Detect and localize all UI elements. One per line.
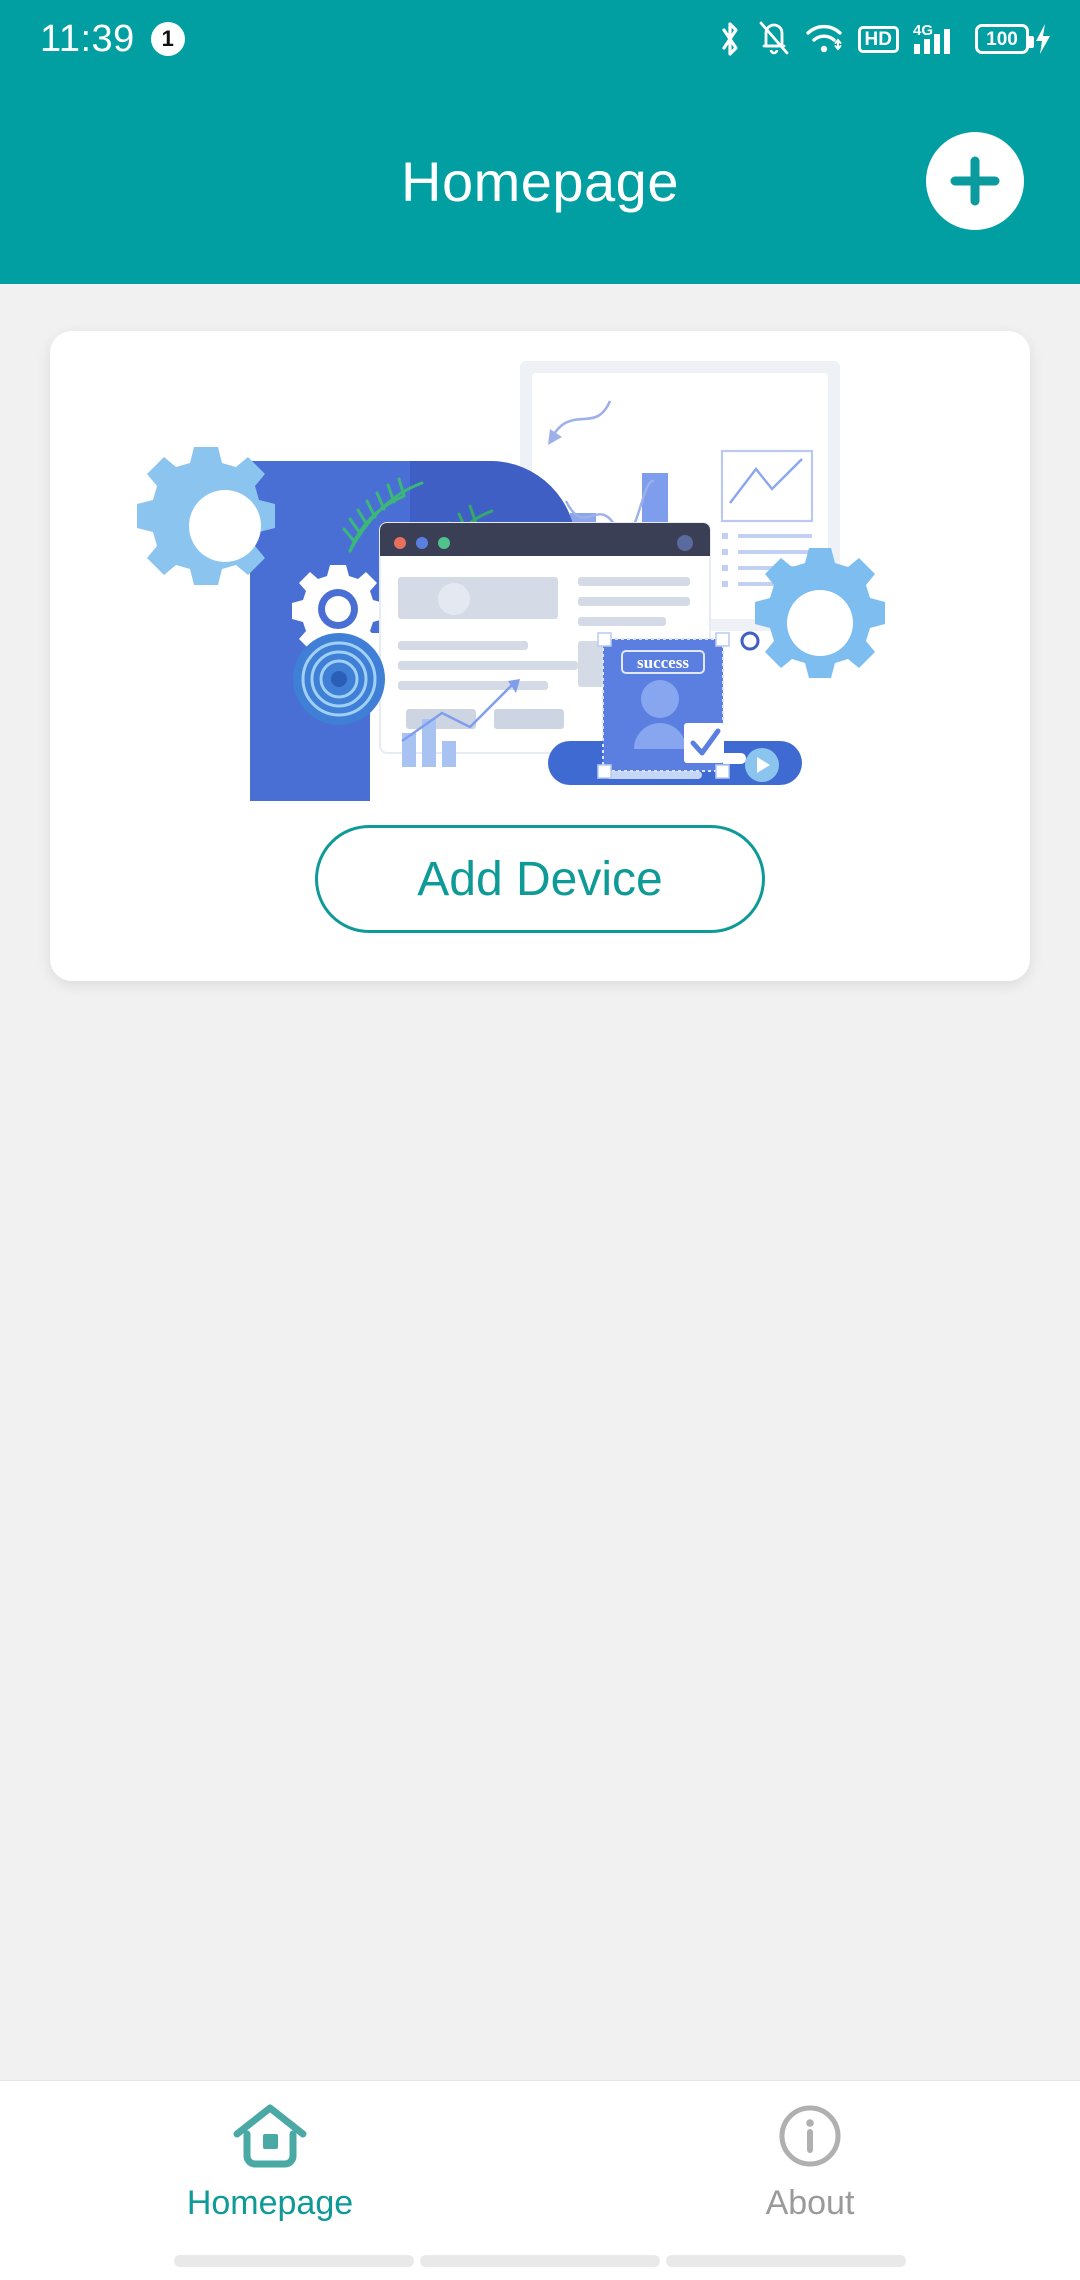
add-device-button[interactable]: Add Device xyxy=(315,825,765,933)
device-setup-illustration: success xyxy=(137,361,885,801)
battery-icon: 100 xyxy=(975,24,1034,54)
wifi-icon xyxy=(805,24,842,53)
nav-label-about: About xyxy=(765,2184,855,2222)
hd-icon: HD xyxy=(857,25,899,53)
svg-text:success: success xyxy=(637,653,689,672)
battery-level-text: 100 xyxy=(986,28,1018,50)
bell-muted-icon xyxy=(759,21,788,55)
gesture-segment-back[interactable] xyxy=(174,2255,414,2267)
status-bar-clock: 11:39 xyxy=(40,17,135,60)
plus-icon xyxy=(950,156,1000,206)
status-bar: 11:39 1 HD 4G 100 xyxy=(0,0,1080,78)
add-device-card: success Add Device xyxy=(50,331,1030,981)
signal-4g-icon: 4G xyxy=(913,22,950,54)
notification-count-badge: 1 xyxy=(150,22,185,56)
nav-item-about[interactable]: About xyxy=(540,2081,1080,2242)
nav-item-homepage[interactable]: Homepage xyxy=(0,2081,540,2242)
system-gesture-bar xyxy=(0,2242,1080,2280)
charging-bolt-icon xyxy=(1036,24,1050,54)
gesture-segment-recents[interactable] xyxy=(666,2255,906,2267)
home-icon xyxy=(233,2104,307,2168)
gesture-segment-home[interactable] xyxy=(420,2255,660,2267)
add-button[interactable] xyxy=(926,132,1024,230)
battery-indicator: 100 xyxy=(975,22,1054,56)
info-circle-icon xyxy=(779,2105,841,2167)
bluetooth-icon xyxy=(721,22,738,56)
svg-text:4G: 4G xyxy=(913,22,933,39)
status-bar-left: 11:39 1 xyxy=(40,18,185,61)
nav-label-homepage: Homepage xyxy=(186,2184,354,2222)
status-bar-right: HD 4G 100 xyxy=(716,20,1054,58)
bottom-navigation-bar: Homepage About xyxy=(0,2080,1080,2242)
app-bar: Homepage xyxy=(0,78,1080,284)
page-title: Homepage xyxy=(401,149,679,213)
main-content: success Add Device xyxy=(0,284,1080,2080)
